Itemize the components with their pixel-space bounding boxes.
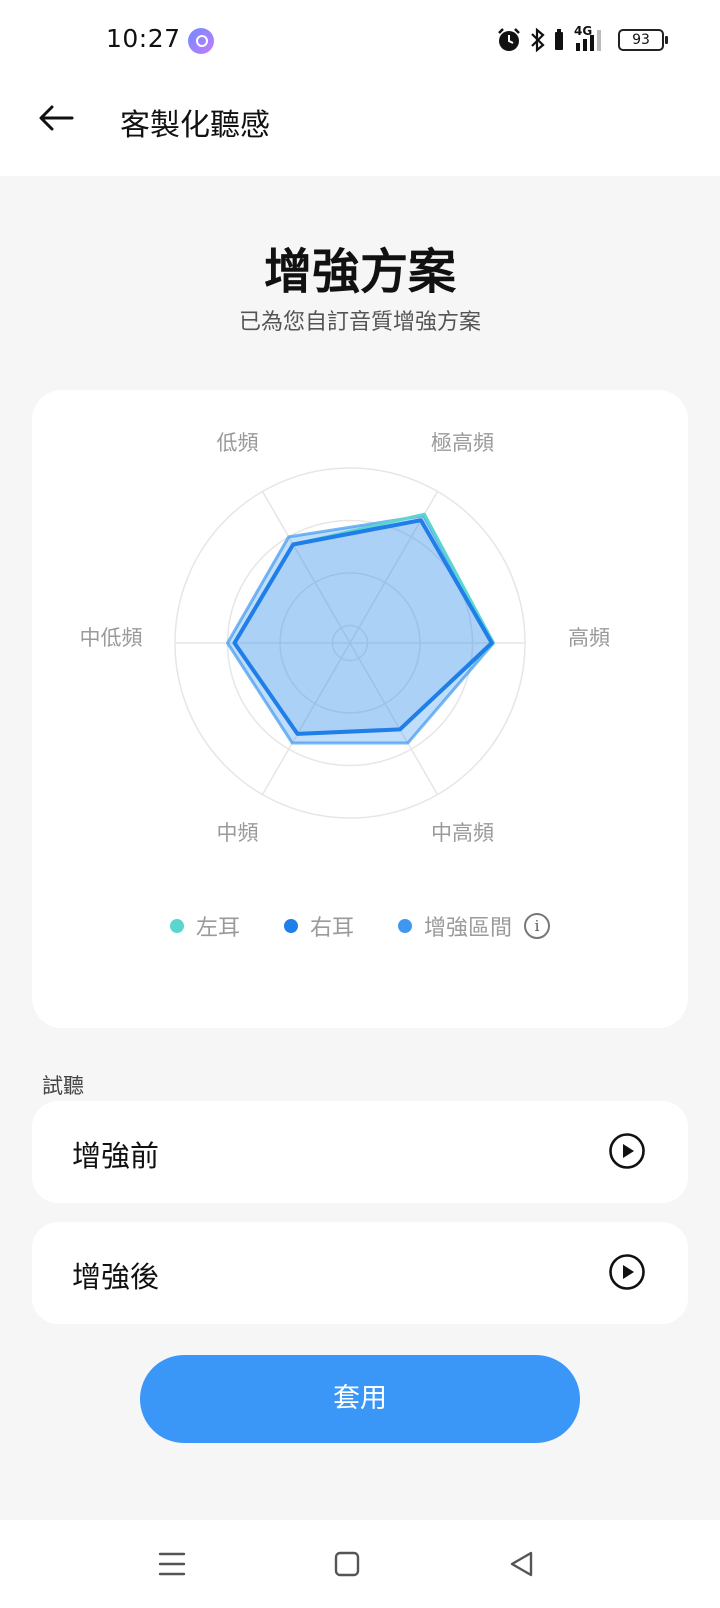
axis-label-0: 極高頻 (431, 431, 494, 456)
status-icons: 4G 93 (496, 24, 668, 56)
status-bar: 10:27 4G 93 (0, 0, 720, 80)
legend-dot-enhanced-range (398, 919, 412, 933)
chart-legend: 左耳 右耳 增強區間 i (32, 910, 688, 942)
back-arrow-icon (39, 105, 74, 131)
preview-before-label: 增強前 (72, 1139, 160, 1173)
back-triangle-icon[interactable] (500, 1542, 544, 1586)
signal-icon: 4G (572, 24, 606, 53)
preview-after-row[interactable]: 增強後 (32, 1222, 688, 1324)
legend-item-right-ear: 右耳 (283, 910, 354, 942)
alarm-icon (498, 28, 520, 51)
battery-icon: 93 (618, 29, 668, 51)
legend-item-enhanced-range: 增強區間 i (398, 910, 551, 942)
play-icon[interactable] (608, 1253, 646, 1291)
status-time: 10:27 (106, 24, 181, 53)
preview-after-label: 增強後 (72, 1260, 160, 1294)
play-icon[interactable] (608, 1132, 646, 1170)
bluetooth-icon (531, 27, 545, 53)
legend-label-right-ear: 右耳 (309, 916, 354, 941)
back-button[interactable] (36, 98, 76, 138)
header-title: 客製化聽感 (120, 108, 270, 143)
radar-series-right-ear (232, 518, 494, 736)
legend-dot-right-ear (283, 919, 298, 933)
app-notification-icon (188, 28, 214, 54)
axis-label-4: 中低頻 (79, 626, 143, 650)
home-square-icon[interactable] (325, 1542, 369, 1586)
page-subtitle: 已為您自訂音質增強方案 (238, 310, 481, 335)
legend-dot-left-ear (169, 919, 184, 933)
page-title: 增強方案 (263, 244, 456, 300)
axis-label-2: 中高頻 (431, 820, 494, 845)
axis-label-1: 高頻 (568, 626, 610, 650)
radar-chart-card: 極高頻高頻中高頻 中頻 中低頻 低頻 左耳 右耳 增強區間 i (32, 390, 688, 1028)
app-header: 客製化聽感 (0, 80, 720, 176)
apply-button[interactable]: 套用 (140, 1355, 580, 1443)
vibrate-battery-icon (555, 29, 563, 50)
info-icon[interactable]: i (524, 913, 551, 939)
menu-icon[interactable] (150, 1542, 194, 1586)
legend-label-enhanced-range: 增強區間 (424, 916, 513, 941)
navigation-bar (0, 1520, 720, 1608)
axis-label-3: 中頻 (216, 820, 259, 845)
battery-level: 93 (632, 32, 650, 48)
legend-label-left-ear: 左耳 (195, 916, 240, 941)
legend-item-left-ear: 左耳 (169, 910, 240, 942)
axis-label-5: 低頻 (216, 431, 259, 456)
preview-before-row[interactable]: 增強前 (32, 1101, 688, 1203)
preview-section-label: 試聽 (42, 1074, 84, 1098)
